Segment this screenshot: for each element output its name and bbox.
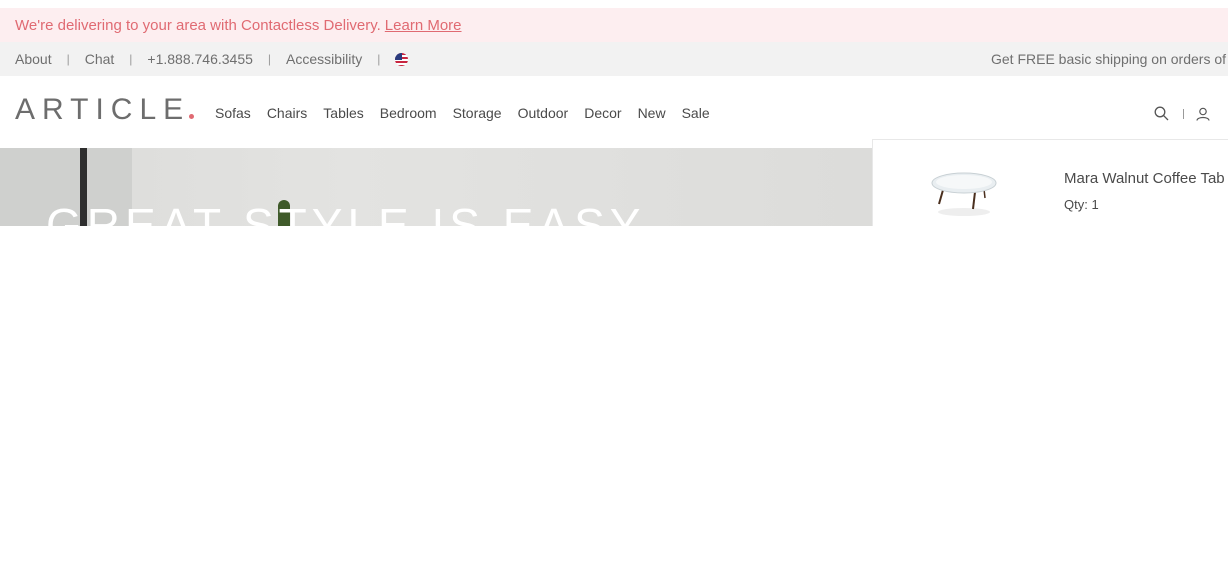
mini-cart-panel: Mara Walnut Coffee Tab Qty: 1 [872,139,1228,226]
nav-sofas[interactable]: Sofas [215,105,251,121]
utility-separator: | [129,52,133,66]
logo-dot [189,114,194,119]
nav-storage[interactable]: Storage [453,105,502,121]
cart-item-qty: Qty: 1 [1064,197,1099,212]
us-flag-icon[interactable] [395,52,409,66]
hero-heading: GREAT STYLE IS EASY [46,199,646,226]
utility-bar: About | Chat | +1.888.746.3455 | Accessi… [0,42,1228,76]
chat-link[interactable]: Chat [85,51,115,67]
icon-separator [1183,108,1184,119]
nav-sale[interactable]: Sale [682,105,710,121]
utility-separator: | [377,52,381,66]
search-icon[interactable] [1154,106,1169,121]
nav-bedroom[interactable]: Bedroom [380,105,437,121]
phone-link[interactable]: +1.888.746.3455 [147,51,253,67]
article-logo[interactable]: ARTICLE [15,93,190,127]
user-icon[interactable] [1196,107,1210,121]
learn-more-link[interactable]: Learn More [385,17,462,34]
coffee-table-thumbnail[interactable] [929,168,999,218]
nav-icons [1154,106,1210,121]
about-link[interactable]: About [15,51,52,67]
cart-item-name[interactable]: Mara Walnut Coffee Tab [1064,170,1225,187]
accessibility-link[interactable]: Accessibility [286,51,362,67]
nav-new[interactable]: New [638,105,666,121]
nav-outdoor[interactable]: Outdoor [518,105,569,121]
nav-decor[interactable]: Decor [584,105,621,121]
nav-tables[interactable]: Tables [323,105,363,121]
utility-separator: | [66,52,70,66]
delivery-alert-bar: We're delivering to your area with Conta… [0,8,1228,42]
main-navigation: ARTICLE Sofas Chairs Tables Bedroom Stor… [0,76,1228,148]
shipping-promo: Get FREE basic shipping on orders of $ [991,51,1228,67]
nav-chairs[interactable]: Chairs [267,105,307,121]
delivery-alert-text: We're delivering to your area with Conta… [15,16,381,34]
hero-banner: GREAT STYLE IS EASY [0,148,872,226]
utility-separator: | [267,52,272,66]
category-nav: Sofas Chairs Tables Bedroom Storage Outd… [215,105,726,121]
